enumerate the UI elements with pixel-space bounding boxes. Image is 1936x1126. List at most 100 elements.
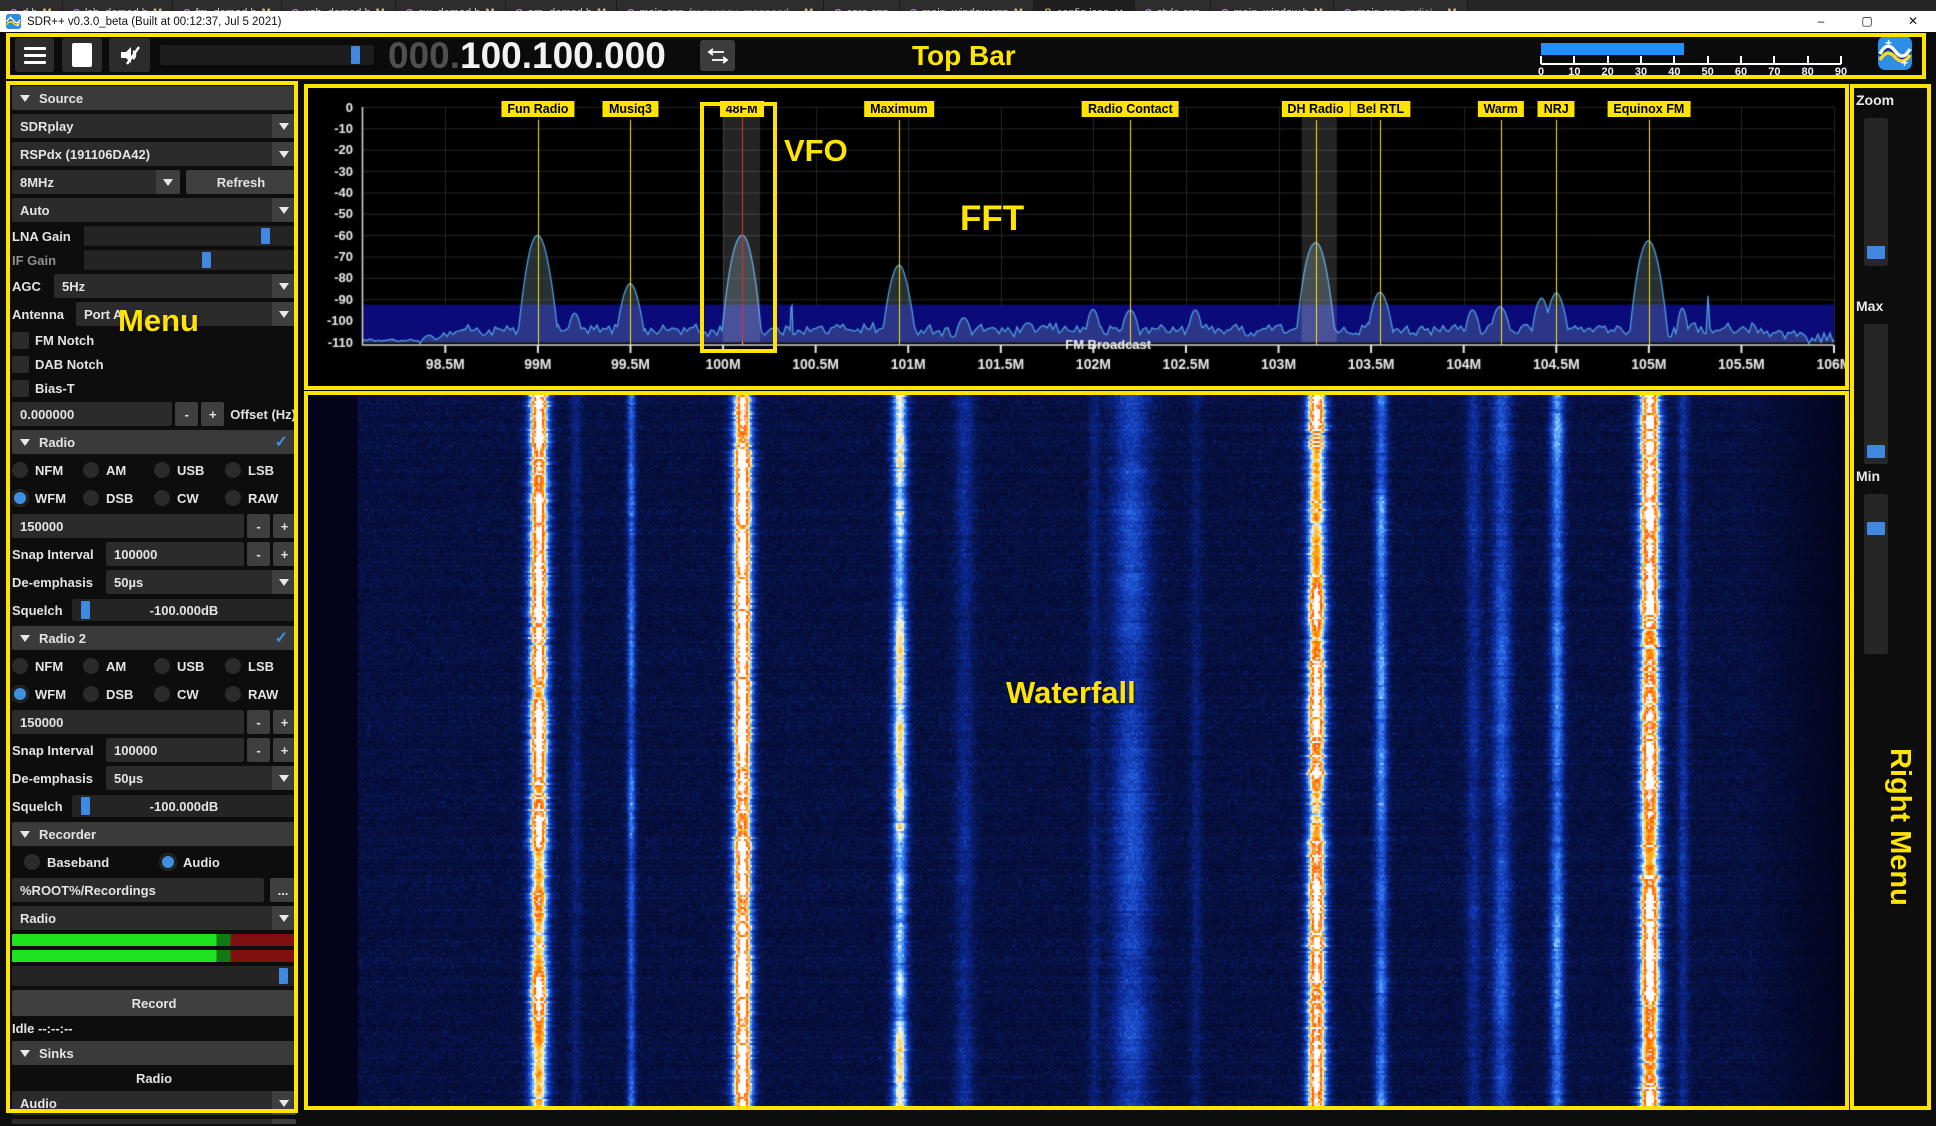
editor-tab-main-window-h[interactable]: Cmain_window.hM xyxy=(1211,0,1334,11)
close-button[interactable]: ✕ xyxy=(1890,11,1936,32)
radio2-bandwidth-input[interactable]: 150000 - + xyxy=(12,710,296,734)
mode-wfm[interactable]: WFM xyxy=(12,490,83,506)
editor-tab-main-window-cpp[interactable]: Cmain_window.cppM xyxy=(900,0,1034,11)
editor-tab-config-json[interactable]: {}config.json✕ xyxy=(1034,0,1135,11)
editor-tab-core-cpp[interactable]: Ccore.cpp xyxy=(824,0,899,11)
bias-t-checkbox[interactable] xyxy=(12,380,29,397)
if-gain-handle[interactable] xyxy=(202,252,211,268)
editor-tab-fm-demod-h[interactable]: Cfm_demod.hM xyxy=(173,0,282,11)
mode-am[interactable]: AM xyxy=(83,658,154,674)
zoom-slider-handle[interactable] xyxy=(1867,246,1885,259)
section-header-radio[interactable]: Radio ✓ xyxy=(12,430,296,454)
min-slider[interactable] xyxy=(1864,494,1888,654)
mode-dsb[interactable]: DSB xyxy=(83,686,154,702)
dab-notch-checkbox[interactable] xyxy=(12,356,29,373)
decrement-button[interactable]: - xyxy=(247,514,270,538)
volume-slider[interactable] xyxy=(160,45,374,65)
lna-gain-handle[interactable] xyxy=(261,228,270,244)
mode-nfm[interactable]: NFM xyxy=(12,462,83,478)
squelch-handle[interactable] xyxy=(81,797,90,815)
mode-usb[interactable]: USB xyxy=(154,462,225,478)
snap-interval-input[interactable]: 100000 - + xyxy=(106,542,296,566)
editor-tab-lsb-demod-h[interactable]: Clsb_demod.hM xyxy=(63,0,173,11)
decrement-button[interactable]: - xyxy=(175,402,198,426)
squelch-handle[interactable] xyxy=(81,601,90,619)
mode-am[interactable]: AM xyxy=(83,462,154,478)
record-button[interactable]: Record xyxy=(12,990,296,1016)
minimize-button[interactable]: – xyxy=(1798,11,1844,32)
mode-cw[interactable]: CW xyxy=(154,490,225,506)
editor-tab-bar[interactable]: Cd.hMClsb_demod.hMCfm_demod.hMCusb_demod… xyxy=(0,0,1936,11)
increment-button[interactable]: + xyxy=(273,710,296,734)
menu-toggle-button[interactable] xyxy=(15,38,54,72)
source-device-dropdown[interactable]: RSPdx (191106DA42) xyxy=(12,142,296,166)
editor-tab-main-cpp[interactable]: Cmain.cppfrequency_manager\...M xyxy=(617,0,824,11)
if-gain-slider[interactable] xyxy=(84,250,296,270)
decrement-button[interactable]: - xyxy=(247,542,270,566)
mode-raw[interactable]: RAW xyxy=(225,686,296,702)
mode-nfm[interactable]: NFM xyxy=(12,658,83,674)
editor-tab-style-cpp[interactable]: Cstyle.cpp xyxy=(1135,0,1212,11)
sink-device-dropdown[interactable]: Speakers (Realtek High Definition Audio) xyxy=(12,1119,296,1124)
refresh-button[interactable]: Refresh xyxy=(186,170,296,194)
frequency-display[interactable]: 000.100.100.000 xyxy=(388,34,666,78)
fm-notch-checkbox[interactable] xyxy=(12,332,29,349)
editor-tab-main-cpp[interactable]: Cmain.cppradio\...M xyxy=(1334,0,1468,11)
zoom-slider[interactable] xyxy=(1864,118,1888,266)
module-enabled-checkmark[interactable]: ✓ xyxy=(275,432,288,452)
radio-bandwidth-input[interactable]: 150000 - + xyxy=(12,514,296,538)
snap-interval-input[interactable]: 100000 - + xyxy=(106,738,296,762)
maximize-button[interactable]: ▢ xyxy=(1844,11,1890,32)
section-header-sinks[interactable]: Sinks xyxy=(12,1041,296,1065)
browse-button[interactable]: ... xyxy=(270,878,296,902)
offset-value[interactable]: 0.000000 xyxy=(12,402,172,426)
mode-lsb[interactable]: LSB xyxy=(225,462,296,478)
section-header-recorder[interactable]: Recorder xyxy=(12,822,296,846)
source-driver-dropdown[interactable]: SDRplay xyxy=(12,114,296,138)
recorder-stream-dropdown[interactable]: Radio xyxy=(12,906,296,930)
offset-input[interactable]: 0.000000 - + xyxy=(12,402,224,426)
editor-tab-cw-demod-h[interactable]: Ccw_demod.hM xyxy=(396,0,506,11)
bandwidth-dropdown[interactable]: 8MHz xyxy=(12,170,180,194)
deemphasis-dropdown[interactable]: 50µs xyxy=(106,766,296,790)
recorder-volume-slider[interactable] xyxy=(12,966,296,986)
fft-canvas[interactable] xyxy=(306,86,1846,389)
lna-gain-slider[interactable] xyxy=(84,226,296,246)
mode-raw[interactable]: RAW xyxy=(225,490,296,506)
min-slider-handle[interactable] xyxy=(1867,522,1885,535)
max-slider-handle[interactable] xyxy=(1867,445,1885,458)
decrement-button[interactable]: - xyxy=(247,738,270,762)
mode-cw[interactable]: CW xyxy=(154,686,225,702)
recorder-volume-handle[interactable] xyxy=(279,968,288,984)
waterfall-canvas[interactable] xyxy=(306,393,1846,1109)
section-header-source[interactable]: Source xyxy=(12,86,296,110)
editor-tab-usb-demod-h[interactable]: Cusb_demod.hM xyxy=(282,0,396,11)
mode-usb[interactable]: USB xyxy=(154,658,225,674)
editor-tab-d-h[interactable]: Cd.hM xyxy=(0,0,63,11)
deemphasis-dropdown[interactable]: 50µs xyxy=(106,570,296,594)
squelch-slider[interactable]: -100.000dB xyxy=(72,795,296,817)
increment-button[interactable]: + xyxy=(201,402,224,426)
mute-button[interactable] xyxy=(109,38,150,72)
mode-dsb[interactable]: DSB xyxy=(83,490,154,506)
decrement-button[interactable]: - xyxy=(247,710,270,734)
retune-swap-button[interactable] xyxy=(700,40,735,71)
sink-type-dropdown[interactable]: Audio xyxy=(12,1091,296,1115)
mode-lsb[interactable]: LSB xyxy=(225,658,296,674)
agc-dropdown[interactable]: 5Hz xyxy=(54,274,296,298)
increment-button[interactable]: + xyxy=(273,738,296,762)
squelch-slider[interactable]: -100.000dB xyxy=(72,599,296,621)
mode-audio[interactable]: Audio xyxy=(160,854,296,870)
mode-wfm[interactable]: WFM xyxy=(12,686,83,702)
recordings-path-input[interactable]: %ROOT%/Recordings xyxy=(12,878,264,902)
increment-button[interactable]: + xyxy=(273,514,296,538)
module-enabled-checkmark[interactable]: ✓ xyxy=(275,628,288,648)
section-header-radio2[interactable]: Radio 2 ✓ xyxy=(12,626,296,650)
max-slider[interactable] xyxy=(1864,324,1888,464)
mode-baseband[interactable]: Baseband xyxy=(24,854,160,870)
volume-slider-handle[interactable] xyxy=(351,46,360,64)
increment-button[interactable]: + xyxy=(273,542,296,566)
antenna-dropdown[interactable]: Port A xyxy=(76,302,296,326)
editor-tab-am-demod-h[interactable]: Cam_demod.hM xyxy=(506,0,618,11)
if-mode-dropdown[interactable]: Auto xyxy=(12,198,296,222)
